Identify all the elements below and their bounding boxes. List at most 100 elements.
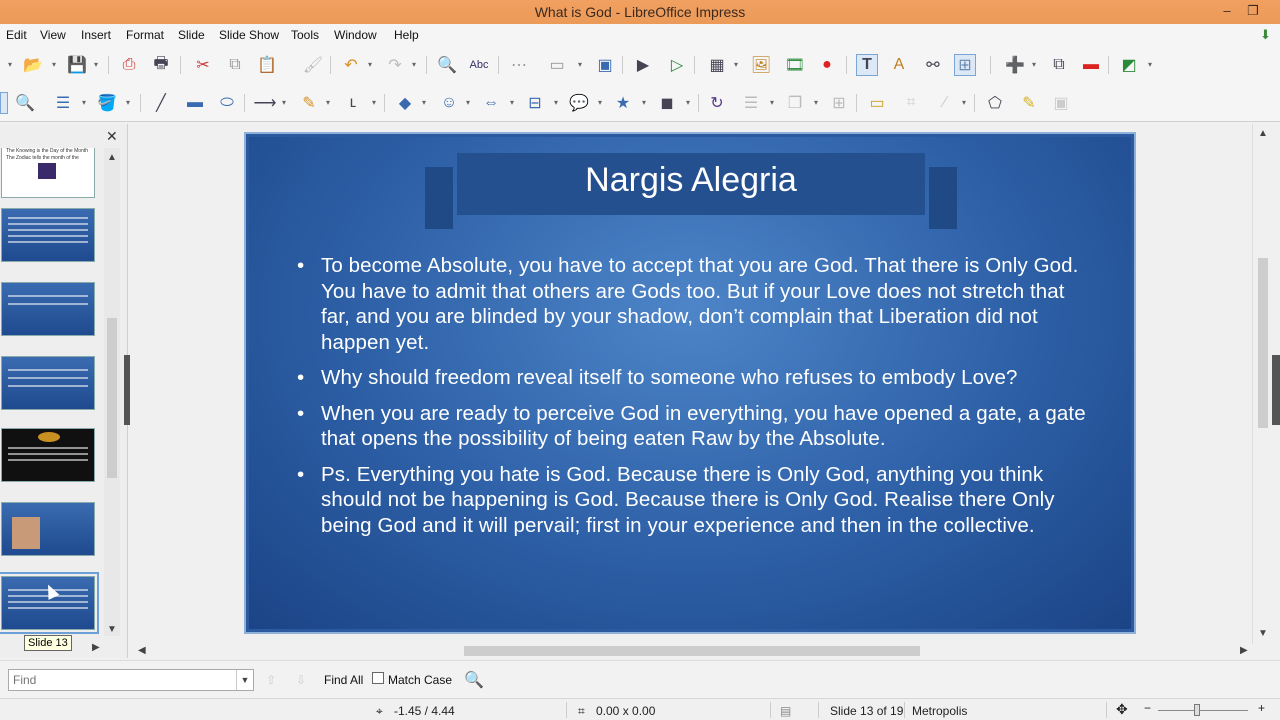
slide-thumbnail-7[interactable]: The Knowing is the Day of the Month The …	[1, 148, 95, 198]
scroll-down-icon[interactable]: ▼	[1258, 628, 1268, 639]
shadow-icon[interactable]: ▭	[866, 92, 888, 114]
filter-icon[interactable]: ⁄	[934, 92, 956, 114]
copy-icon[interactable]: ⧉	[224, 54, 246, 76]
redo-dropdown-icon[interactable]: ▾	[412, 60, 419, 70]
crop-icon[interactable]: ⌗	[900, 92, 922, 114]
new-slide-icon[interactable]: ➕	[1004, 54, 1026, 76]
cut-icon[interactable]: ✂	[192, 54, 214, 76]
close-icon[interactable]: ✕	[106, 128, 118, 145]
open-folder-icon[interactable]: 📂	[22, 54, 44, 76]
table-dropdown-icon[interactable]: ▾	[734, 60, 741, 70]
scroll-right-icon[interactable]: ▶	[92, 642, 100, 653]
undo-dropdown-icon[interactable]: ▾	[368, 60, 375, 70]
connector-icon[interactable]: ʟ	[342, 92, 364, 114]
line-arrow-dropdown-icon[interactable]: ▾	[282, 98, 289, 108]
grid-icon[interactable]: ⋯	[508, 54, 530, 76]
zoom-in-icon[interactable]: +	[1258, 701, 1265, 715]
image-icon[interactable]: 🖼	[750, 54, 772, 76]
toggle-extrusion-icon[interactable]: ▣	[1050, 92, 1072, 114]
slide-pane-scrollbar[interactable]: ▲ ▼	[104, 148, 120, 636]
callout-icon[interactable]: 💬	[568, 92, 590, 114]
slide-thumbnail-9[interactable]	[1, 282, 95, 336]
scroll-down-icon[interactable]: ▼	[107, 624, 117, 635]
menu-format[interactable]: Format	[126, 28, 164, 42]
zoom-slider-track[interactable]	[1158, 710, 1248, 711]
symbol-shapes-dropdown-icon[interactable]: ▾	[466, 98, 473, 108]
arrange-dropdown-icon[interactable]: ▾	[814, 98, 821, 108]
slide-thumbnail-10[interactable]	[1, 356, 95, 410]
sidebar-expand-handle[interactable]	[1272, 355, 1280, 425]
3d-objects-icon[interactable]: ◼	[656, 92, 678, 114]
duplicate-slide-icon[interactable]: ⧉	[1048, 54, 1070, 76]
curve-dropdown-icon[interactable]: ▾	[326, 98, 333, 108]
basic-shapes-dropdown-icon[interactable]: ▾	[422, 98, 429, 108]
clone-formatting-icon[interactable]: 🖌	[302, 54, 324, 76]
points-icon[interactable]: ⬠	[984, 92, 1006, 114]
start-first-slide-icon[interactable]: ▶	[632, 54, 654, 76]
line-color-dropdown-icon[interactable]: ▾	[82, 98, 89, 108]
slide-thumbnail-11[interactable]	[1, 428, 95, 482]
scroll-right-icon[interactable]: ▶	[1240, 645, 1248, 656]
save-icon[interactable]: 💾	[66, 54, 88, 76]
connector-dropdown-icon[interactable]: ▾	[372, 98, 379, 108]
fill-color-dropdown-icon[interactable]: ▾	[126, 98, 133, 108]
scroll-thumb[interactable]	[464, 646, 920, 656]
new-slide-dropdown-icon[interactable]: ▾	[1032, 60, 1039, 70]
views-dropdown-icon[interactable]: ▾	[578, 60, 585, 70]
filter-dropdown-icon[interactable]: ▾	[962, 98, 969, 108]
start-current-slide-icon[interactable]: ▷	[666, 54, 688, 76]
menu-tools[interactable]: Tools	[291, 28, 319, 42]
arrange-icon[interactable]: ❐	[784, 92, 806, 114]
delete-slide-icon[interactable]: ▬	[1080, 54, 1102, 76]
display-views-icon[interactable]: ▭	[542, 54, 572, 76]
match-case-checkbox[interactable]	[372, 672, 384, 684]
symbol-shapes-icon[interactable]: ☺	[438, 92, 460, 114]
basic-shapes-icon[interactable]: ◆	[394, 92, 416, 114]
layout-dropdown-icon[interactable]: ▾	[1148, 60, 1155, 70]
slide-canvas[interactable]: Nargis Alegria To become Absolute, you h…	[244, 132, 1136, 634]
redo-icon[interactable]: ↷	[384, 54, 406, 76]
export-pdf-icon[interactable]: ⎙	[118, 54, 140, 76]
menu-insert[interactable]: Insert	[81, 28, 111, 42]
slide-thumbnail-8[interactable]	[1, 208, 95, 262]
pane-collapse-handle[interactable]	[124, 355, 130, 425]
update-download-icon[interactable]: ⬇	[1260, 27, 1274, 42]
menu-slide-show[interactable]: Slide Show	[219, 28, 279, 42]
menu-edit[interactable]: Edit	[6, 28, 27, 42]
find-next-icon[interactable]: ⇩	[296, 673, 306, 687]
fit-slide-icon[interactable]: ✥	[1116, 701, 1128, 718]
block-arrows-icon[interactable]: ⇔	[480, 92, 502, 114]
fill-color-icon[interactable]: 🪣	[96, 92, 118, 114]
line-color-icon[interactable]: ☰	[52, 92, 74, 114]
flowchart-dropdown-icon[interactable]: ▾	[554, 98, 561, 108]
stars-dropdown-icon[interactable]: ▾	[642, 98, 649, 108]
slide-title[interactable]: Nargis Alegria	[457, 161, 925, 200]
callout-dropdown-icon[interactable]: ▾	[598, 98, 605, 108]
fontwork-icon[interactable]: A	[888, 54, 910, 76]
menu-window[interactable]: Window	[334, 28, 377, 42]
menu-view[interactable]: View	[40, 28, 66, 42]
text-box-icon[interactable]: T	[856, 54, 878, 76]
line-icon[interactable]: ╱	[150, 92, 172, 114]
stars-icon[interactable]: ★	[612, 92, 634, 114]
horizontal-scrollbar[interactable]: ◀ ▶	[134, 644, 1252, 658]
curve-icon[interactable]: ✎	[298, 92, 320, 114]
table-icon[interactable]: ▦	[706, 54, 728, 76]
snap-guides-icon[interactable]: ⊞	[954, 54, 976, 76]
find-input[interactable]	[8, 669, 254, 691]
distribute-icon[interactable]: ⊞	[828, 92, 850, 114]
find-replace-icon[interactable]: 🔍	[436, 54, 458, 76]
zoom-out-icon[interactable]: −	[1144, 701, 1151, 715]
open-dropdown-icon[interactable]: ▾	[52, 60, 59, 70]
restore-icon[interactable]: ❐	[1240, 0, 1266, 24]
scroll-thumb[interactable]	[107, 318, 117, 478]
find-all-button[interactable]: Find All	[324, 673, 363, 687]
3d-objects-dropdown-icon[interactable]: ▾	[686, 98, 693, 108]
flowchart-icon[interactable]: ⊟	[524, 92, 546, 114]
slide-content[interactable]: To become Absolute, you have to accept t…	[295, 253, 1095, 548]
find-dropdown-icon[interactable]: ▼	[236, 670, 253, 690]
paste-icon[interactable]: 📋	[256, 54, 278, 76]
scroll-left-icon[interactable]: ◀	[138, 645, 146, 656]
master-slide-icon[interactable]: ▣	[594, 54, 616, 76]
rectangle-icon[interactable]: ▬	[184, 92, 206, 114]
